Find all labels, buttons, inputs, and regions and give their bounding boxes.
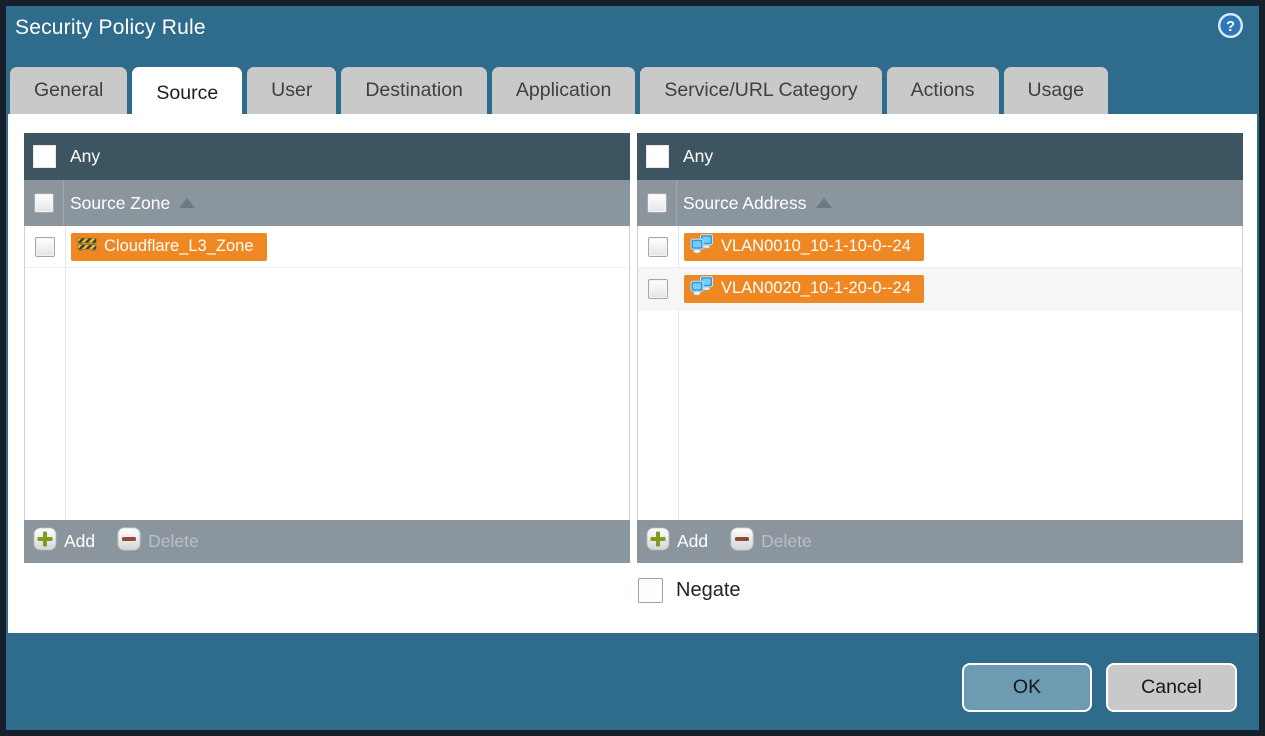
row-checkbox-cell [25, 236, 65, 257]
source-zone-toolbar: Add Delete [24, 520, 630, 563]
row-checkbox-cell [638, 236, 678, 257]
address-icon [690, 276, 714, 301]
source-tab-content: Any Source Zone Cloudflare_L3_Zone Add D… [8, 114, 1257, 633]
source-zone-row-checkbox[interactable] [35, 236, 55, 257]
source-address-any-checkbox[interactable] [646, 145, 669, 168]
tab-bar: General Source User Destination Applicat… [10, 67, 1108, 120]
tab-actions[interactable]: Actions [886, 67, 999, 114]
tab-general[interactable]: General [10, 67, 128, 114]
address-item-badge[interactable]: VLAN0010_10-1-10-0--24 [684, 232, 924, 261]
source-zone-any-label: Any [70, 146, 101, 166]
source-zone-list: Cloudflare_L3_Zone [24, 226, 630, 520]
address-item-label: VLAN0020_10-1-20-0--24 [721, 279, 911, 297]
source-zone-select-all-checkbox[interactable] [33, 193, 54, 213]
source-address-row[interactable]: VLAN0020_10-1-20-0--24 [638, 268, 1242, 310]
negate-checkbox[interactable] [638, 578, 663, 603]
ok-button[interactable]: OK [962, 663, 1092, 712]
source-zone-row[interactable]: Cloudflare_L3_Zone [25, 226, 629, 268]
source-zone-any-row: Any [24, 133, 630, 180]
source-address-delete-button[interactable]: Delete [730, 527, 812, 556]
source-address-any-label: Any [683, 146, 714, 166]
tab-usage[interactable]: Usage [1003, 67, 1108, 114]
source-address-row-checkbox[interactable] [648, 236, 668, 257]
source-address-column-label: Source Address [683, 192, 807, 213]
source-zone-panel: Any Source Zone Cloudflare_L3_Zone Add D… [24, 133, 630, 563]
source-address-any-row: Any [637, 133, 1243, 180]
tab-application[interactable]: Application [491, 67, 636, 114]
help-icon[interactable]: ? [1217, 12, 1244, 39]
tab-service-url-category[interactable]: Service/URL Category [640, 67, 882, 114]
source-address-panel: Any Source Address VLAN0010_10-1-10-0--2… [637, 133, 1243, 563]
sort-ascending-icon [179, 198, 196, 208]
tab-destination[interactable]: Destination [341, 67, 487, 114]
address-item-label: VLAN0010_10-1-10-0--24 [721, 237, 911, 255]
dialog-title: Security Policy Rule [15, 16, 206, 39]
header-checkbox-cell [24, 180, 64, 226]
zone-item-badge[interactable]: Cloudflare_L3_Zone [71, 232, 267, 261]
negate-row: Negate [638, 578, 741, 603]
source-zone-any-checkbox[interactable] [33, 145, 56, 168]
source-address-select-all-checkbox[interactable] [646, 193, 667, 213]
source-address-toolbar: Add Delete [637, 520, 1243, 563]
sort-ascending-icon [815, 198, 832, 208]
tab-user[interactable]: User [247, 67, 337, 114]
svg-text:?: ? [1226, 19, 1235, 35]
add-button-label: Add [677, 531, 709, 551]
row-checkbox-cell [638, 278, 678, 299]
cancel-button[interactable]: Cancel [1106, 663, 1237, 712]
header-checkbox-cell [637, 180, 677, 226]
source-zone-column-header[interactable]: Source Zone [24, 180, 630, 226]
address-icon [690, 234, 714, 259]
source-address-row[interactable]: VLAN0010_10-1-10-0--24 [638, 226, 1242, 268]
source-address-column-header[interactable]: Source Address [637, 180, 1243, 226]
source-zone-column-label: Source Zone [70, 192, 171, 213]
zone-item-label: Cloudflare_L3_Zone [104, 237, 254, 255]
add-plus-icon [33, 527, 57, 556]
source-zone-delete-button[interactable]: Delete [117, 527, 199, 556]
negate-label: Negate [676, 579, 741, 601]
source-address-list: VLAN0010_10-1-10-0--24 VLAN0020_10-1-20-… [637, 226, 1243, 520]
security-policy-rule-dialog: Security Policy Rule ? General Source Us… [0, 0, 1265, 736]
zone-icon [77, 236, 97, 257]
checkbox-column-divider [65, 226, 66, 520]
delete-button-label: Delete [761, 531, 812, 551]
source-zone-add-button[interactable]: Add [33, 527, 95, 556]
delete-button-label: Delete [148, 531, 199, 551]
address-item-badge[interactable]: VLAN0020_10-1-20-0--24 [684, 274, 924, 303]
tab-source[interactable]: Source [132, 67, 243, 120]
add-plus-icon [646, 527, 670, 556]
delete-minus-icon [730, 527, 754, 556]
source-address-add-button[interactable]: Add [646, 527, 708, 556]
add-button-label: Add [64, 531, 96, 551]
delete-minus-icon [117, 527, 141, 556]
source-address-row-checkbox[interactable] [648, 278, 668, 299]
